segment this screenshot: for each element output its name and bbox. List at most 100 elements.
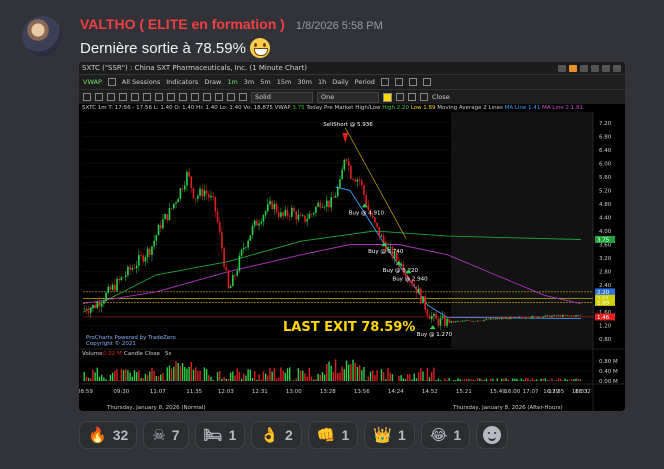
interval-1m[interactable]: 1m [227, 78, 237, 86]
reaction-bed[interactable]: 🛏 1 [194, 421, 246, 449]
line-width-select[interactable]: One [317, 91, 379, 103]
all-sessions-toggle[interactable]: All Sessions [122, 78, 160, 86]
crown-icon: 👑 [373, 425, 393, 444]
crosshair-icon[interactable] [408, 78, 417, 86]
cursor-icon[interactable] [83, 93, 91, 101]
reaction-count: 2 [285, 427, 293, 443]
line-style-select[interactable]: Solid [251, 91, 313, 103]
volume-bar [315, 379, 317, 381]
volume-bar [240, 378, 243, 381]
volume-bar [568, 380, 571, 381]
pin-icon[interactable] [558, 64, 566, 72]
volume-bar [511, 378, 514, 381]
zoom-out-icon[interactable] [394, 78, 403, 86]
reaction-laugh[interactable]: 😂 1 [420, 421, 471, 449]
date-right: Thursday, January 8, 2026 (After-Hours) [452, 405, 563, 411]
volume-bar [575, 378, 577, 381]
reaction-count: 32 [112, 427, 129, 443]
volume-bar [135, 372, 138, 381]
indicators-menu[interactable]: Indicators [166, 78, 198, 86]
close-icon[interactable] [613, 64, 621, 72]
interval-15m[interactable]: 15m [277, 78, 292, 86]
interval-3m[interactable]: 3m [244, 78, 254, 86]
channel-icon[interactable] [155, 93, 163, 101]
close-drawing-button[interactable]: Close [432, 93, 450, 101]
ellipse-icon[interactable] [227, 93, 235, 101]
volume-bar [470, 379, 472, 381]
candle-body [579, 315, 582, 316]
reaction-skull[interactable]: ☠ 7 [143, 421, 189, 449]
pitchfork-icon[interactable] [239, 93, 247, 101]
x-tick-label: 11:07 [150, 389, 166, 395]
candle-body [103, 300, 105, 304]
interval-daily[interactable]: Daily [332, 78, 348, 86]
arrow-icon[interactable] [143, 93, 151, 101]
chart-screenshot[interactable]: SXTC ("SSR") : China SXT Pharmaceuticals… [79, 62, 625, 411]
volume-bar [391, 374, 394, 381]
rectangle-icon[interactable] [107, 93, 115, 101]
checkbox-icon[interactable] [107, 78, 116, 86]
candle-body [358, 179, 361, 181]
volume-bar [87, 377, 90, 381]
volume-bar [446, 380, 448, 381]
volume-bar [280, 367, 282, 381]
lock-icon[interactable] [396, 93, 404, 101]
text-icon[interactable] [95, 93, 103, 101]
vwap-dropdown[interactable]: VWAP [83, 78, 102, 86]
eye-icon[interactable] [408, 93, 416, 101]
interval-5m[interactable]: 5m [260, 78, 270, 86]
maximize-icon[interactable] [602, 64, 610, 72]
color-swatch[interactable] [383, 92, 392, 102]
volume-bar [579, 379, 582, 381]
candle-body [284, 209, 287, 216]
avatar[interactable] [22, 16, 62, 56]
alert-icon[interactable] [569, 64, 577, 72]
fit-icon[interactable] [422, 78, 431, 86]
reaction-fire[interactable]: 🔥 32 [79, 421, 138, 449]
zoom-in-icon[interactable] [380, 78, 389, 86]
ray-icon[interactable] [131, 93, 139, 101]
candle-body [415, 286, 418, 294]
triangle-icon[interactable] [215, 93, 223, 101]
price-chart[interactable]: SellShort @ 5.936 Buy @ 4.910 Buy @ 3.740 B… [79, 112, 625, 411]
interval-30m[interactable]: 30m [297, 78, 312, 86]
volume-bar [168, 365, 171, 381]
candle-body [177, 198, 179, 203]
measure-icon[interactable] [179, 93, 187, 101]
candle-body [413, 284, 416, 287]
line-icon[interactable] [119, 93, 127, 101]
settings-icon[interactable] [580, 64, 588, 72]
volume-bar [479, 378, 481, 381]
candle-body [566, 315, 569, 316]
candle-body [380, 235, 383, 237]
add-reaction-button[interactable] [476, 421, 509, 449]
x-tick-label: 15:21 [456, 389, 472, 395]
fibonacci-icon[interactable] [167, 93, 175, 101]
vline-icon[interactable] [203, 93, 211, 101]
volume-bar [164, 379, 166, 381]
volume-bar [223, 376, 225, 381]
volume-bar [409, 374, 411, 381]
reaction-fist[interactable]: 👊 1 [307, 421, 359, 449]
interval-period[interactable]: Period [355, 78, 375, 86]
volume-bar [332, 372, 335, 381]
volume-bar [146, 375, 149, 381]
minimize-icon[interactable] [591, 64, 599, 72]
volume-bar [129, 372, 131, 381]
volume-bar [190, 361, 193, 381]
volume-bar [356, 367, 359, 381]
copyright-text: Copyright © 2021 [86, 340, 136, 347]
candle-body [295, 211, 298, 220]
draw-menu[interactable]: Draw [204, 78, 221, 86]
candle-body [496, 318, 499, 319]
username[interactable]: VALTHO ( ELITE en formation ) [80, 16, 285, 32]
hline-icon[interactable] [191, 93, 199, 101]
reaction-crown[interactable]: 👑 1 [364, 421, 415, 449]
volume-bar [313, 379, 315, 381]
reaction-ok-hand[interactable]: 👌 2 [251, 421, 302, 449]
volume-bar [433, 367, 435, 381]
trash-icon[interactable] [420, 93, 428, 101]
volume-bar [85, 376, 88, 381]
x-tick-label: 09:30 [113, 389, 129, 395]
interval-1h[interactable]: 1h [318, 78, 326, 86]
